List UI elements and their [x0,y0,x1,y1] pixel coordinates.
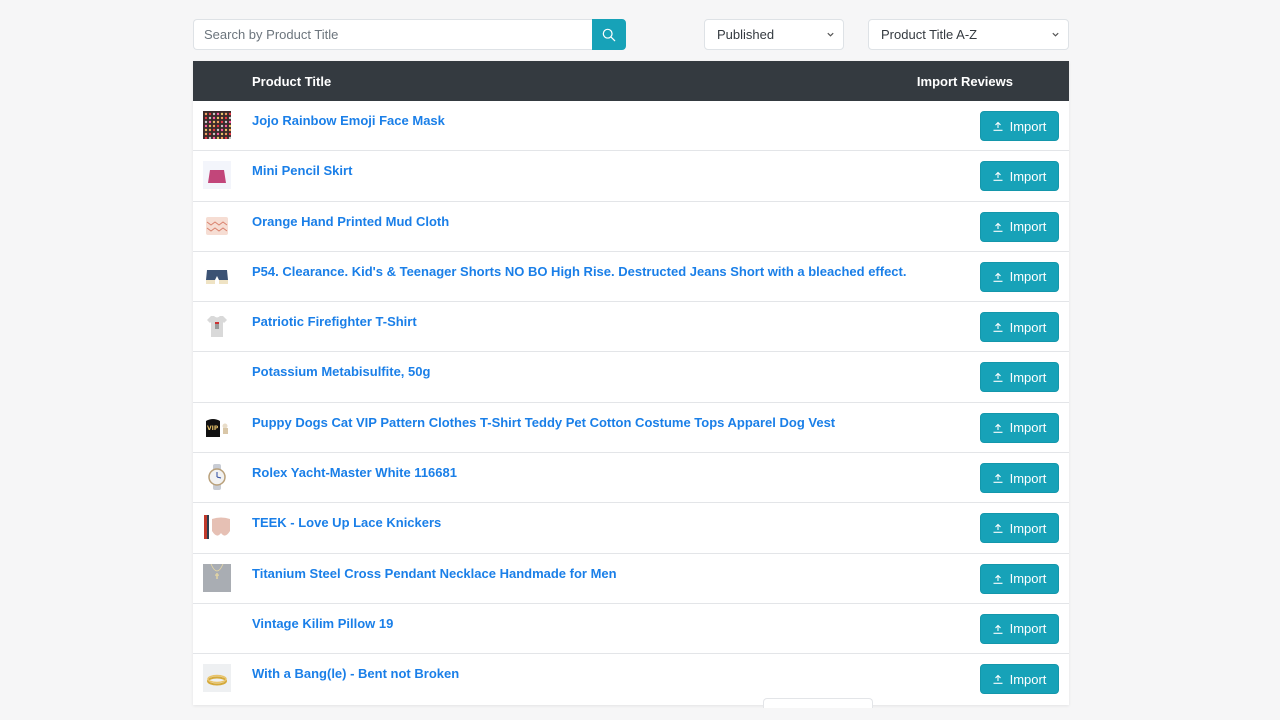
import-button-label: Import [1009,269,1047,285]
import-button[interactable]: Import [980,664,1059,695]
import-button-label: Import [1009,369,1047,385]
status-filter-value: Published [717,27,775,42]
search-group [193,19,626,50]
import-button[interactable]: Import [980,312,1059,343]
import-button[interactable]: Import [980,463,1059,494]
import-button[interactable]: Import [980,211,1059,242]
upload-icon [993,121,1003,131]
import-button-label: Import [1009,118,1047,134]
table-row: Titanium Steel Cross Pendant Necklace Ha… [193,554,1069,604]
column-header-product-title: Product Title [252,74,332,89]
product-title-link[interactable]: Orange Hand Printed Mud Cloth [252,214,449,229]
import-button[interactable]: Import [980,412,1059,443]
upload-icon [993,222,1003,232]
search-input[interactable] [193,19,592,50]
product-thumbnail [203,513,231,542]
import-button[interactable]: Import [980,261,1059,292]
upload-icon [993,373,1003,383]
table-row: Mini Pencil Skirt Import [193,151,1069,202]
product-title-link[interactable]: Jojo Rainbow Emoji Face Mask [252,113,445,128]
product-thumbnail [203,312,231,341]
product-title-link[interactable]: Patriotic Firefighter T-Shirt [252,314,417,329]
sort-select[interactable]: Product Title A-Z [868,19,1069,50]
upload-icon [993,423,1003,433]
table-row: P54. Clearance. Kid's & Teenager Shorts … [193,252,1069,303]
import-button[interactable]: Import [980,563,1059,594]
table-row: With a Bang(le) - Bent not Broken Import [193,654,1069,704]
search-icon [602,28,616,41]
search-button[interactable] [592,19,626,50]
product-thumbnail [203,563,231,592]
product-title-link[interactable]: Puppy Dogs Cat VIP Pattern Clothes T-Shi… [252,415,835,430]
product-title-link[interactable]: Potassium Metabisulfite, 50g [252,364,430,379]
upload-icon [993,624,1003,634]
import-button-label: Import [1009,621,1047,637]
status-filter-select[interactable]: Published [704,19,844,50]
table-row: Jojo Rainbow Emoji Face Mask Import [193,101,1069,152]
import-button-label: Import [1009,319,1047,335]
table-body: Jojo Rainbow Emoji Face Mask Import Mini P… [193,101,1069,705]
table-row: Potassium Metabisulfite, 50g Import [193,352,1069,403]
product-thumbnail [203,261,231,290]
upload-icon [993,473,1003,483]
toolbar: Published Product Title A-Z [193,19,1069,50]
product-title-link[interactable]: Rolex Yacht-Master White 116681 [252,465,457,480]
product-thumbnail [203,664,231,693]
product-title-link[interactable]: Vintage Kilim Pillow 19 [252,616,393,631]
table-row: Rolex Yacht-Master White 116681 Import [193,453,1069,504]
product-thumbnail [203,161,231,190]
column-header-import-reviews: Import Reviews [916,74,1013,89]
upload-icon [993,172,1003,182]
import-button[interactable]: Import [980,513,1059,544]
upload-icon [993,272,1003,282]
import-button-label: Import [1009,168,1047,184]
upload-icon [993,322,1003,333]
chevron-down-icon [827,32,834,37]
table-row: VIP Puppy Dogs Cat VIP Pattern Clothes T-… [193,403,1069,454]
import-button-label: Import [1009,219,1047,235]
product-thumbnail [203,211,231,240]
upload-icon [993,574,1003,584]
import-button[interactable]: Import [980,161,1059,192]
product-title-link[interactable]: Titanium Steel Cross Pendant Necklace Ha… [252,566,617,581]
product-thumbnail [203,463,231,492]
table-row: TEEK - Love Up Lace Knickers Import [193,503,1069,554]
import-button-label: Import [1009,671,1047,687]
table-header: Product Title Import Reviews [193,61,1069,101]
product-thumbnail: VIP [203,412,231,441]
import-button-label: Import [1009,520,1047,536]
product-title-link[interactable]: Mini Pencil Skirt [252,163,352,178]
product-list-page: Published Product Title A-Z Product Titl… [193,19,1069,705]
product-title-link[interactable]: TEEK - Love Up Lace Knickers [252,515,441,530]
product-title-link[interactable]: P54. Clearance. Kid's & Teenager Shorts … [252,264,906,279]
products-table: Product Title Import Reviews Jojo Rainbo… [193,61,1069,705]
product-thumbnail [203,111,232,140]
import-button[interactable]: Import [980,111,1059,141]
import-button-label: Import [1009,420,1047,436]
import-button[interactable]: Import [980,613,1059,644]
upload-icon [993,674,1003,685]
sort-value: Product Title A-Z [881,27,978,42]
product-title-link[interactable]: With a Bang(le) - Bent not Broken [252,666,459,681]
import-button-label: Import [1009,571,1047,587]
svg-text:VIP: VIP [207,425,219,432]
table-row: Patriotic Firefighter T-Shirt Import [193,302,1069,353]
import-button[interactable]: Import [980,362,1059,393]
chevron-down-icon [1052,32,1059,37]
import-button-label: Import [1009,470,1047,486]
pagination[interactable] [763,698,873,708]
table-row: Vintage Kilim Pillow 19 Import [193,604,1069,655]
table-row: Orange Hand Printed Mud Cloth Import [193,202,1069,252]
upload-icon [993,524,1003,534]
